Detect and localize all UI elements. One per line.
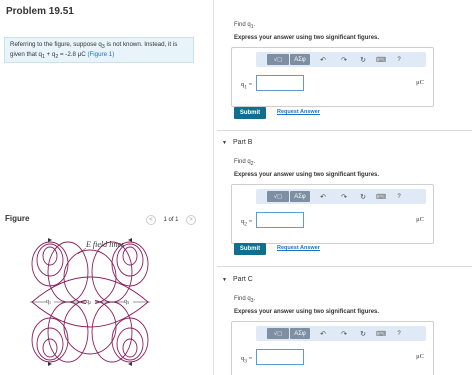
intro-text: is not known. Instead, it is xyxy=(104,41,178,48)
field-lines-figure: E field lines q1 q2 q3 xyxy=(30,238,150,366)
intro-value: = -2.8 μC xyxy=(58,51,88,59)
part-c-find: Find q3. xyxy=(234,296,256,305)
pager-text: 1 of 1 xyxy=(163,217,179,223)
part-b-unit: μC xyxy=(416,216,424,223)
part-b-find: Find q2. xyxy=(234,159,256,168)
part-c-header[interactable]: ▼ Part C xyxy=(222,276,253,283)
part-b-math-toolbar: √□ AΣφ ↶ ↷ ↻ ⌨ ? xyxy=(256,189,426,204)
part-c-unit: μC xyxy=(416,353,424,360)
greek-symbols-button[interactable]: AΣφ xyxy=(290,328,310,339)
templates-button[interactable]: √□ xyxy=(267,328,289,339)
keyboard-icon[interactable]: ⌨ xyxy=(375,54,387,65)
undo-icon[interactable]: ↶ xyxy=(318,328,328,339)
part-b-variable-label: q2 = xyxy=(241,218,253,228)
column-divider xyxy=(213,0,214,375)
figure-label: Figure xyxy=(5,214,30,223)
part-b-answer-input[interactable] xyxy=(256,212,304,228)
help-button[interactable]: ? xyxy=(394,54,404,65)
greek-symbols-button[interactable]: AΣφ xyxy=(290,191,310,202)
field-lines-label: E field lines xyxy=(85,240,124,249)
undo-icon[interactable]: ↶ xyxy=(318,54,328,65)
reset-icon[interactable]: ↻ xyxy=(358,191,368,202)
part-b-request-answer-link[interactable]: Request Answer xyxy=(277,245,320,251)
templates-button[interactable]: √□ xyxy=(267,54,289,65)
part-c-math-toolbar: √□ AΣφ ↶ ↷ ↻ ⌨ ? xyxy=(256,326,426,341)
undo-icon[interactable]: ↶ xyxy=(318,191,328,202)
part-a-submit-button[interactable]: Submit xyxy=(234,107,266,119)
problem-statement: Referring to the figure, suppose q3 is n… xyxy=(4,37,194,63)
charge-label-q1: q1 xyxy=(46,299,51,305)
part-c-instruction: Express your answer using two significan… xyxy=(234,309,380,315)
part-c-answer-input[interactable] xyxy=(256,349,304,365)
figure-link[interactable]: (Figure 1) xyxy=(87,51,114,58)
part-b-header[interactable]: ▼ Part B xyxy=(222,139,252,146)
part-a-variable-label: q1 = xyxy=(241,81,253,91)
keyboard-icon[interactable]: ⌨ xyxy=(375,191,387,202)
redo-icon[interactable]: ↷ xyxy=(339,328,349,339)
intro-text: given that q xyxy=(10,51,42,59)
keyboard-icon[interactable]: ⌨ xyxy=(375,328,387,339)
charge-label-q2: q2 xyxy=(86,299,91,305)
templates-button[interactable]: √□ xyxy=(267,191,289,202)
part-a-answer-box: √□ AΣφ ↶ ↷ ↻ ⌨ ? q1 = μC xyxy=(231,47,434,107)
problem-title: Problem 19.51 xyxy=(6,6,74,17)
intro-text: + q xyxy=(44,51,56,59)
collapse-icon: ▼ xyxy=(222,139,227,146)
redo-icon[interactable]: ↷ xyxy=(339,191,349,202)
part-b-submit-button[interactable]: Submit xyxy=(234,243,266,255)
greek-symbols-button[interactable]: AΣφ xyxy=(290,54,310,65)
reset-icon[interactable]: ↻ xyxy=(358,328,368,339)
part-a-answer-input[interactable] xyxy=(256,75,304,91)
part-b-instruction: Express your answer using two significan… xyxy=(234,172,380,178)
part-b-answer-box: √□ AΣφ ↶ ↷ ↻ ⌨ ? q2 = μC xyxy=(231,184,434,244)
intro-text: Referring to the figure, suppose q xyxy=(10,41,102,48)
part-a-find: Find q1. xyxy=(234,22,256,31)
part-a-request-answer-link[interactable]: Request Answer xyxy=(277,109,320,115)
help-button[interactable]: ? xyxy=(394,191,404,202)
charge-label-q3: q3 xyxy=(124,299,129,305)
prev-figure-button[interactable]: < xyxy=(146,215,156,225)
part-c-variable-label: q3 = xyxy=(241,355,253,365)
part-b-divider xyxy=(217,130,472,131)
figure-pager: < 1 of 1 > xyxy=(146,214,196,226)
part-a-math-toolbar: √□ AΣφ ↶ ↷ ↻ ⌨ ? xyxy=(256,52,426,67)
part-a-instruction: Express your answer using two significan… xyxy=(234,35,380,41)
reset-icon[interactable]: ↻ xyxy=(358,54,368,65)
part-c-divider xyxy=(217,266,472,267)
part-a-unit: μC xyxy=(416,79,424,86)
help-button[interactable]: ? xyxy=(394,328,404,339)
next-figure-button[interactable]: > xyxy=(185,215,196,225)
collapse-icon: ▼ xyxy=(222,276,227,283)
part-c-answer-box: √□ AΣφ ↶ ↷ ↻ ⌨ ? q3 = μC xyxy=(231,321,434,375)
redo-icon[interactable]: ↷ xyxy=(339,54,349,65)
